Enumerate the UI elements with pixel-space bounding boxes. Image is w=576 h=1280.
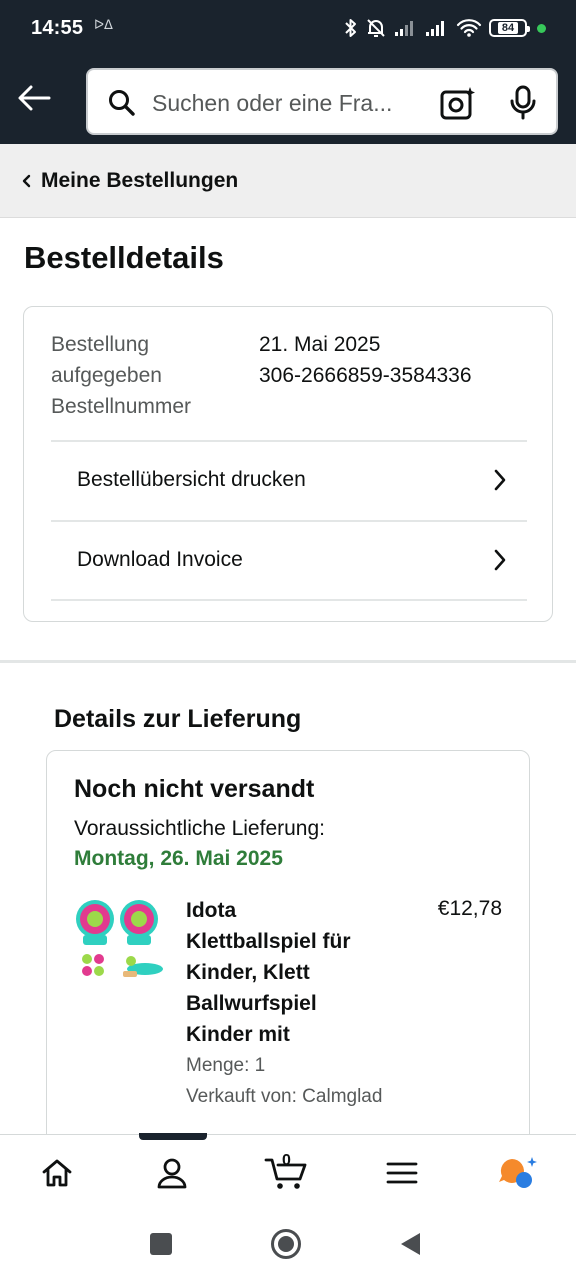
search-icon [109, 90, 135, 116]
back-button[interactable] [14, 78, 54, 118]
bottom-nav: 0 [0, 1133, 576, 1210]
delivery-card: Noch nicht versandt Voraussichtliche Lie… [46, 750, 530, 1170]
nav-rufus[interactable] [493, 1151, 541, 1195]
nav-cart[interactable]: 0 [262, 1151, 310, 1195]
page-title: Bestelldetails [24, 240, 224, 275]
signal-1-icon [395, 21, 413, 36]
product-quantity: Menge: 1 [186, 1055, 266, 1076]
status-network-indicator: ᐅᐃ [94, 17, 113, 32]
recent-apps-button[interactable] [144, 1227, 178, 1261]
microphone-icon[interactable] [508, 85, 538, 121]
nav-menu[interactable] [378, 1151, 426, 1195]
status-bar: 14:55 ᐅᐃ 84 [0, 0, 576, 56]
chevron-right-icon [494, 549, 506, 571]
status-icons: 84 [344, 14, 546, 42]
order-number-label: Bestellnummer [51, 395, 192, 418]
breadcrumb-label: Meine Bestellungen [41, 168, 239, 192]
search-input[interactable]: Suchen oder eine Fra... [86, 68, 558, 135]
product-title-line: Kinder, Klett [186, 961, 310, 984]
product-seller: Verkauft von: Calmglad [186, 1086, 383, 1107]
shipment-status: Noch nicht versandt [74, 775, 315, 803]
product-title[interactable]: Idota Klettballspiel für Kinder, Klett B… [186, 895, 396, 1050]
order-labels: Bestellung aufgegeben Bestellnummer [51, 329, 191, 422]
print-order-summary-label: Bestellübersicht drucken [77, 468, 306, 491]
divider [51, 599, 527, 601]
mute-bell-icon [367, 19, 385, 37]
signal-2-icon [426, 21, 444, 36]
back-system-button[interactable] [393, 1227, 427, 1261]
order-placed-label-line1: Bestellung [51, 333, 150, 356]
active-dot [537, 23, 546, 33]
wifi-icon [456, 19, 482, 37]
order-values: 21. Mai 2025 306-2666859-3584336 [259, 329, 472, 391]
order-placed-date: 21. Mai 2025 [259, 333, 381, 356]
bluetooth-icon [345, 19, 356, 37]
nav-account[interactable] [148, 1151, 196, 1195]
product-title-line: Kinder mit [186, 1023, 290, 1046]
circle-icon [271, 1229, 301, 1259]
search-placeholder: Suchen oder eine Fra... [152, 90, 393, 116]
download-invoice-label: Download Invoice [77, 548, 243, 571]
back-arrow-icon [18, 85, 51, 111]
product-title-line: Idota [186, 899, 237, 922]
search-header: Suchen oder eine Fra... [0, 56, 576, 144]
status-time: 14:55 [31, 17, 84, 39]
nav-home[interactable] [33, 1151, 81, 1195]
eta-date: Montag, 26. Mai 2025 [74, 847, 283, 870]
breadcrumb[interactable]: Meine Bestellungen [0, 144, 576, 218]
chevron-left-icon [22, 174, 31, 187]
product-title-line: Klettballspiel für [186, 930, 351, 953]
order-summary-card: Bestellung aufgegeben Bestellnummer 21. … [23, 306, 553, 622]
eta-label: Voraussichtliche Lieferung: [74, 817, 325, 840]
product-image[interactable] [73, 895, 167, 989]
triangle-back-icon [401, 1233, 420, 1255]
product-price: €12,78 [437, 897, 502, 920]
chevron-right-icon [494, 469, 506, 491]
rufus-icon [499, 1157, 537, 1188]
camera-search-icon[interactable] [440, 86, 476, 120]
delivery-heading: Details zur Lieferung [54, 705, 302, 733]
home-icon [42, 1159, 72, 1187]
print-order-summary-row[interactable]: Bestellübersicht drucken [51, 441, 527, 519]
menu-icon [386, 1162, 418, 1184]
home-system-button[interactable] [269, 1227, 303, 1261]
battery-icon: 84 [489, 19, 530, 37]
download-invoice-row[interactable]: Download Invoice [51, 521, 527, 599]
square-icon [150, 1233, 172, 1255]
order-number: 306-2666859-3584336 [259, 364, 472, 387]
system-nav [0, 1210, 576, 1280]
active-tab-indicator [139, 1133, 207, 1140]
section-divider [0, 660, 576, 663]
account-icon [157, 1158, 187, 1189]
battery-level: 84 [497, 22, 519, 34]
order-placed-label-line2: aufgegeben [51, 364, 162, 387]
product-title-line: Ballwurfspiel [186, 992, 317, 1015]
cart-count: 0 [282, 1152, 291, 1169]
